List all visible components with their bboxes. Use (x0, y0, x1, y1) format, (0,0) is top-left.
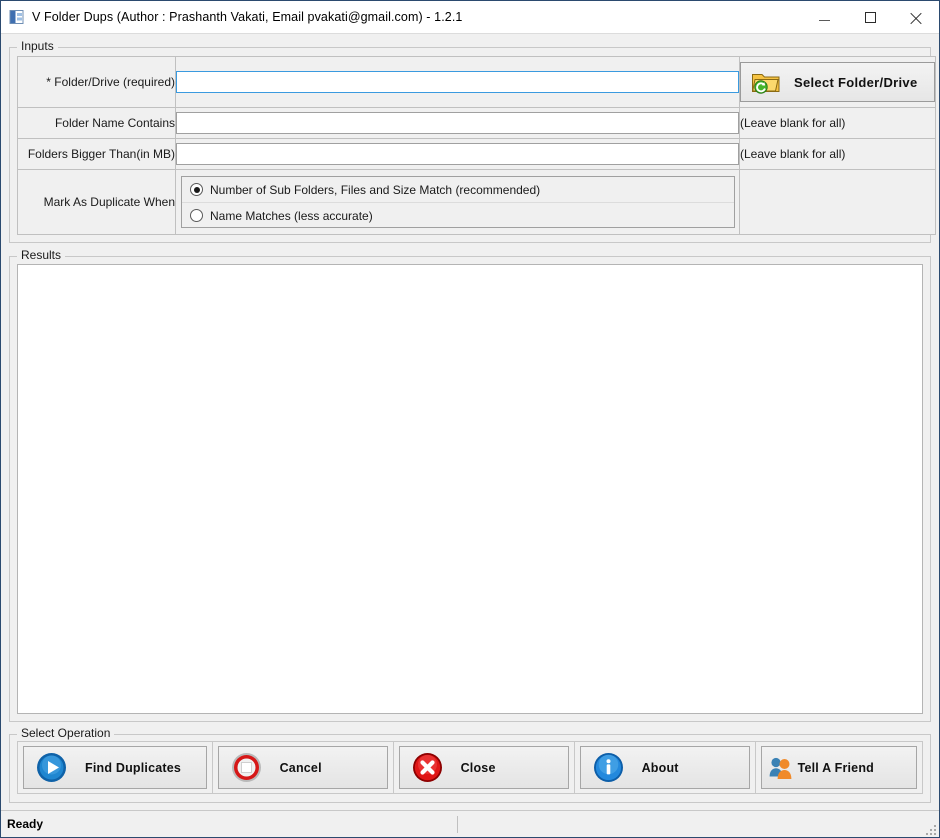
input-row-folder-drive: * Folder/Drive (required) Select Folder/… (17, 56, 936, 108)
about-button[interactable]: About (579, 746, 750, 789)
radio-option-name-matches[interactable]: Name Matches (less accurate) (182, 202, 734, 228)
input-row-folders-bigger-than: Folders Bigger Than(in MB) (Leave blank … (17, 138, 936, 170)
find-duplicates-label: Find Duplicates (85, 760, 182, 775)
close-app-label: Close (460, 760, 496, 775)
stop-circle-icon (231, 752, 262, 783)
radio-option-size-match-label: Number of Sub Folders, Files and Size Ma… (210, 182, 541, 197)
folder-name-contains-input[interactable] (176, 112, 739, 134)
status-message: Ready (7, 817, 44, 831)
cell-about: About (573, 741, 756, 794)
cell-cancel: Cancel (211, 741, 394, 794)
status-separator (457, 815, 458, 833)
maximize-icon (864, 11, 876, 23)
select-operation-legend: Select Operation (17, 727, 115, 740)
input-row-mark-as-duplicate: Mark As Duplicate When Number of Sub Fol… (17, 169, 936, 235)
results-group-legend: Results (17, 249, 66, 262)
select-operation-group: Select Operation Find Duplicates Cancel … (9, 727, 931, 803)
inputs-table: * Folder/Drive (required) Select Folder/… (17, 56, 936, 235)
label-folders-bigger-than: Folders Bigger Than(in MB) (17, 138, 176, 170)
hint-folder-name-contains: (Leave blank for all) (739, 107, 936, 139)
two-people-icon (768, 755, 796, 781)
field-cell-folder-drive (175, 56, 740, 108)
minimize-icon (818, 19, 830, 21)
radio-selected-icon[interactable] (190, 183, 203, 196)
label-mark-as-duplicate-when: Mark As Duplicate When (17, 169, 176, 235)
close-button[interactable] (893, 1, 939, 33)
duplicate-rule-radio-group: Number of Sub Folders, Files and Size Ma… (181, 176, 735, 228)
radio-option-size-match[interactable]: Number of Sub Folders, Files and Size Ma… (182, 177, 734, 202)
label-folder-name-contains: Folder Name Contains (17, 107, 176, 139)
minimize-button[interactable] (801, 1, 847, 33)
close-icon (910, 11, 923, 24)
field-cell-folders-bigger-than (175, 138, 740, 170)
results-list[interactable] (17, 264, 923, 714)
duplicate-rule-cell: Number of Sub Folders, Files and Size Ma… (175, 169, 740, 235)
results-group: Results (9, 249, 931, 722)
cell-close: Close (392, 741, 575, 794)
maximize-button[interactable] (847, 1, 893, 33)
info-circle-icon (593, 752, 624, 783)
find-duplicates-button[interactable]: Find Duplicates (23, 746, 207, 789)
close-app-button[interactable]: Close (398, 746, 569, 789)
status-bar: Ready (1, 810, 939, 837)
input-row-folder-name-contains: Folder Name Contains (Leave blank for al… (17, 107, 936, 139)
inputs-group-legend: Inputs (17, 40, 58, 53)
tell-a-friend-label: Tell A Friend (797, 760, 875, 775)
tell-a-friend-button[interactable]: Tell A Friend (760, 746, 917, 789)
cell-tell-a-friend: Tell A Friend (754, 741, 924, 794)
field-cell-folder-name-contains (175, 107, 740, 139)
hint-folders-bigger-than: (Leave blank for all) (739, 138, 936, 170)
about-label: About (641, 760, 679, 775)
cancel-button[interactable]: Cancel (217, 746, 388, 789)
title-bar: V Folder Dups (Author : Prashanth Vakati… (1, 1, 939, 34)
operations-table: Find Duplicates Cancel Close About Tell … (17, 741, 924, 794)
cell-find-duplicates: Find Duplicates (17, 741, 213, 794)
select-folder-drive-label: Select Folder/Drive (794, 74, 918, 90)
inputs-group: Inputs * Folder/Drive (required) Select … (9, 40, 936, 243)
close-circle-icon (412, 752, 443, 783)
folder-drive-input[interactable] (176, 71, 739, 93)
play-circle-icon (36, 752, 67, 783)
label-folder-drive: * Folder/Drive (required) (17, 56, 176, 108)
application-window: V Folder Dups (Author : Prashanth Vakati… (0, 0, 940, 838)
folder-refresh-icon (751, 69, 781, 95)
resize-grip-icon[interactable] (923, 822, 936, 835)
action-cell-select-folder: Select Folder/Drive (739, 56, 936, 108)
folders-bigger-than-input[interactable] (176, 143, 739, 165)
client-area: Inputs * Folder/Drive (required) Select … (1, 34, 939, 810)
app-window-icon (9, 9, 25, 25)
radio-option-name-matches-label: Name Matches (less accurate) (210, 208, 373, 223)
window-controls (801, 1, 939, 33)
operations-row: Find Duplicates Cancel Close About Tell … (17, 741, 924, 794)
duplicate-rule-empty-cell (739, 169, 936, 235)
window-title: V Folder Dups (Author : Prashanth Vakati… (32, 10, 463, 24)
radio-unselected-icon[interactable] (190, 209, 203, 222)
select-folder-drive-button[interactable]: Select Folder/Drive (740, 62, 935, 102)
cancel-label: Cancel (279, 760, 322, 775)
